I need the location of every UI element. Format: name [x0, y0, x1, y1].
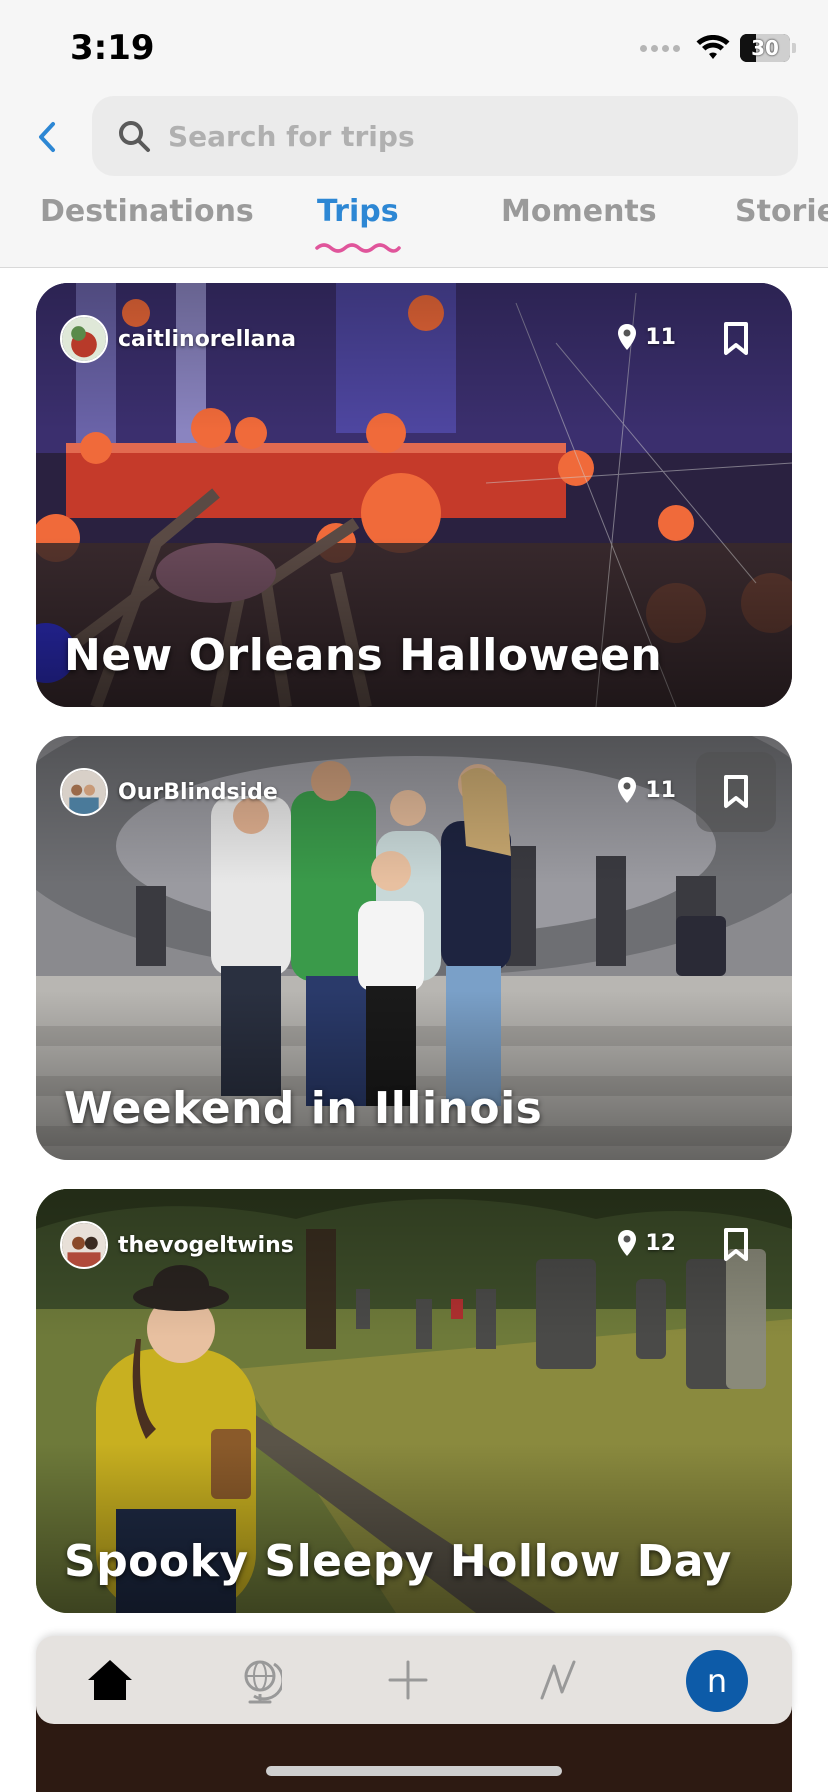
stop-count-value: 12: [645, 1230, 676, 1256]
trip-title: Weekend in Illinois: [64, 1083, 543, 1134]
search-icon: [119, 121, 150, 152]
bookmark-button[interactable]: [696, 752, 776, 832]
avatar: [60, 315, 108, 363]
stop-count: 12: [617, 1229, 676, 1257]
status-time: 3:19: [70, 28, 155, 68]
status-bar: 3:19 30: [0, 0, 828, 100]
avatar: [60, 768, 108, 816]
location-pin-icon: [618, 777, 637, 803]
chevron-left-icon: [39, 122, 55, 152]
trip-card[interactable]: thevogeltwins 12 Spooky Sleepy Hollow Da…: [36, 1189, 792, 1613]
cellular-signal-icon: [640, 44, 680, 52]
stop-count-value: 11: [645, 324, 676, 350]
profile-avatar[interactable]: n: [686, 1650, 748, 1712]
nav-explore[interactable]: [230, 1650, 290, 1710]
stop-count-value: 11: [645, 777, 676, 803]
author-name: OurBlindside: [118, 779, 278, 805]
trip-author[interactable]: thevogeltwins: [60, 1221, 294, 1269]
nav-home[interactable]: [80, 1650, 140, 1710]
trip-title: New Orleans Halloween: [64, 630, 663, 681]
bookmark-icon: [724, 1228, 748, 1261]
author-name: thevogeltwins: [118, 1232, 294, 1258]
globe-icon: [244, 1660, 282, 1704]
home-icon: [88, 1660, 132, 1700]
activity-icon: [540, 1660, 576, 1700]
wifi-icon: [696, 35, 730, 59]
tab-trips[interactable]: Trips: [317, 194, 399, 229]
search-input[interactable]: Search for trips: [92, 96, 798, 176]
tab-moments[interactable]: Moments: [501, 194, 657, 229]
active-tab-indicator: [315, 243, 401, 253]
home-indicator: [266, 1766, 562, 1776]
bookmark-button[interactable]: [696, 1205, 776, 1285]
location-pin-icon: [618, 324, 637, 350]
nav-create[interactable]: [378, 1650, 438, 1710]
back-button[interactable]: [30, 115, 64, 159]
bookmark-button[interactable]: [696, 299, 776, 379]
bookmark-icon: [724, 775, 748, 808]
nav-activity[interactable]: [528, 1650, 588, 1710]
trip-author[interactable]: OurBlindside: [60, 768, 278, 816]
tab-destinations[interactable]: Destinations: [40, 194, 254, 229]
battery-level: 30: [751, 36, 779, 60]
tab-stories[interactable]: Storie: [735, 194, 828, 229]
trip-card[interactable]: OurBlindside 11 Weekend in Illinois: [36, 736, 792, 1160]
location-pin-icon: [618, 1230, 637, 1256]
header: Search for trips Destinations Trips Mome…: [0, 96, 828, 268]
tab-bar: Destinations Trips Moments Storie: [0, 194, 828, 254]
avatar: [60, 1221, 108, 1269]
trip-card[interactable]: caitlinorellana 11 New Orleans Halloween: [36, 283, 792, 707]
trip-title: Spooky Sleepy Hollow Day: [64, 1536, 732, 1587]
author-name: caitlinorellana: [118, 326, 297, 352]
plus-icon: [388, 1660, 428, 1700]
search-placeholder: Search for trips: [168, 119, 415, 153]
trip-author[interactable]: caitlinorellana: [60, 315, 296, 363]
stop-count: 11: [617, 323, 676, 351]
status-icons: 30: [640, 34, 796, 62]
app-screen: 3:19 30 Search for trips Destinations Tr…: [0, 0, 828, 1792]
bottom-nav: n: [36, 1636, 792, 1724]
stop-count: 11: [617, 776, 676, 804]
battery-icon: 30: [740, 34, 790, 62]
bookmark-icon: [724, 322, 748, 355]
